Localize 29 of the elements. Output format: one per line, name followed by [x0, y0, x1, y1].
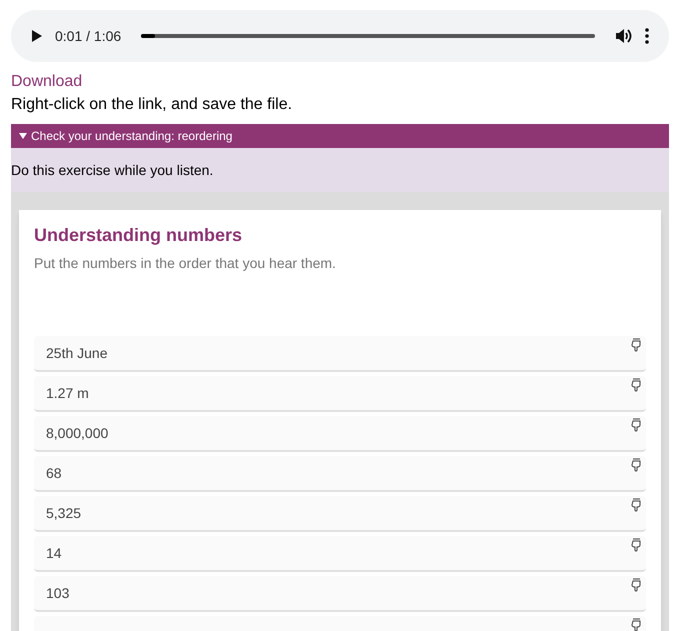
download-link[interactable]: Download — [11, 73, 82, 90]
audio-player[interactable]: 0:01 / 1:06 — [11, 10, 669, 62]
reorder-item[interactable]: 5,325 — [34, 496, 646, 532]
pointing-hand-icon — [631, 418, 642, 432]
expand-arrow-icon — [19, 132, 27, 140]
reorder-item[interactable]: 14 — [34, 536, 646, 572]
more-options-icon[interactable] — [645, 28, 649, 44]
pointing-hand-icon — [631, 618, 642, 631]
exercise-title: Understanding numbers — [34, 224, 244, 247]
pointing-hand-icon — [631, 378, 642, 392]
download-hint: Right-click on the link, and save the file. — [11, 95, 294, 115]
reorder-item[interactable]: 25th June — [34, 336, 646, 372]
pointing-hand-icon — [631, 338, 642, 352]
reorder-item[interactable]: 8,000,000 — [34, 416, 646, 452]
exercise-prompt: Put the numbers in the order that you hear them. — [34, 254, 337, 273]
play-icon[interactable] — [31, 29, 43, 43]
pointing-hand-icon — [631, 538, 642, 552]
volume-icon[interactable] — [615, 28, 633, 44]
reorder-item[interactable]: 1.27 m — [34, 376, 646, 412]
time-display: 0:01 / 1:06 — [55, 26, 122, 46]
progress-track[interactable] — [141, 34, 595, 38]
reorder-item[interactable]: 68 — [34, 456, 646, 492]
section-title: Check your understanding: reordering — [31, 128, 232, 145]
pointing-hand-icon — [631, 578, 642, 592]
instruction-text: Do this exercise while you listen. — [11, 160, 214, 180]
pointing-hand-icon — [631, 458, 642, 472]
section-header[interactable]: Check your understanding: reordering — [11, 124, 669, 148]
pointing-hand-icon — [631, 498, 642, 512]
reorder-item[interactable]: 103 — [34, 576, 646, 612]
